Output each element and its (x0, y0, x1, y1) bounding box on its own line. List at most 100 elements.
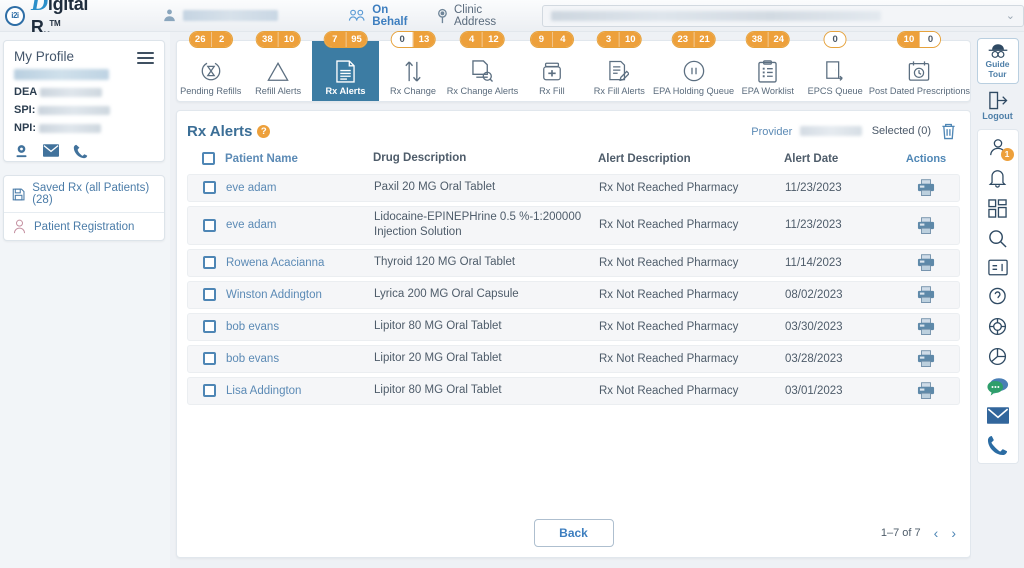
tab-epa-holding-queue[interactable]: 23 21 EPA Holding Queue (653, 31, 734, 101)
pie-chart-icon[interactable] (988, 347, 1007, 366)
print-icon[interactable] (917, 179, 935, 197)
provider-filter[interactable]: Provider (751, 122, 862, 140)
select-all-checkbox[interactable] (201, 152, 215, 166)
lifebuoy-icon[interactable] (988, 317, 1007, 336)
table-row[interactable]: Lisa Addington Lipitor 80 MG Oral Tablet… (187, 376, 960, 405)
person-icon (14, 219, 25, 234)
table-row[interactable]: eve adam Lidocaine-EPINEPHrine 0.5 %-1:2… (187, 205, 960, 245)
trash-icon[interactable] (941, 123, 956, 140)
previous-page-button[interactable]: ‹ (934, 525, 939, 541)
tab-post-dated-prescriptions[interactable]: 10 0 Post Dated Prescriptions (869, 31, 970, 101)
table-row[interactable]: Rowena Acacianna Thyroid 120 MG Oral Tab… (187, 248, 960, 277)
on-behalf-button[interactable]: On Behalf (348, 4, 426, 28)
cell-actions (897, 318, 955, 336)
profile-header-row: My Profile (14, 49, 154, 64)
logout-button[interactable]: Logout (982, 91, 1013, 121)
tab-badge-white: 0 (391, 32, 413, 47)
right-icon-rail: Guide Tour Logout 1 (971, 32, 1024, 568)
cell-patient-name[interactable]: eve adam (226, 182, 374, 194)
tab-rx-alerts[interactable]: 7 95 Rx Alerts (311, 31, 380, 101)
row-checkbox[interactable] (202, 288, 216, 302)
bell-icon[interactable] (988, 168, 1007, 188)
row-checkbox[interactable] (202, 352, 216, 366)
profile-contact-icons (14, 144, 154, 159)
clinic-address-select[interactable]: ⌄ (542, 4, 1024, 27)
pause-circle-icon (683, 59, 705, 83)
table-row[interactable]: bob evans Lipitor 80 MG Oral Tablet Rx N… (187, 312, 960, 341)
tab-badge-group: 7 95 (323, 31, 368, 48)
print-icon[interactable] (917, 286, 935, 304)
print-icon[interactable] (917, 318, 935, 336)
sidebar-item-saved-rx[interactable]: Saved Rx (all Patients) (28) (4, 176, 164, 212)
cell-actions (897, 286, 955, 304)
guide-tour-button[interactable]: Guide Tour (976, 38, 1019, 84)
row-select-cell (192, 181, 226, 195)
tab-rx-change[interactable]: 0 13 Rx Change (379, 31, 446, 101)
row-select-cell (192, 352, 226, 366)
card-list-icon[interactable] (987, 259, 1008, 276)
cell-patient-name[interactable]: Winston Addington (226, 289, 374, 301)
tab-rx-fill-alerts[interactable]: 3 10 Rx Fill Alerts (586, 31, 653, 101)
cell-drug-description: Paxil 20 MG Oral Tablet (374, 180, 496, 193)
detective-hat-icon (988, 44, 1007, 58)
tab-rx-change-alerts[interactable]: 4 12 Rx Change Alerts (447, 31, 518, 101)
cell-patient-name[interactable]: Rowena Acacianna (226, 257, 374, 269)
tab-label: Rx Fill (539, 86, 565, 96)
row-checkbox[interactable] (202, 218, 216, 232)
phone-icon[interactable] (73, 144, 88, 159)
cell-patient-name[interactable]: eve adam (226, 219, 374, 231)
sidebar-menu-button[interactable] (137, 49, 154, 64)
row-checkbox[interactable] (202, 320, 216, 334)
row-checkbox[interactable] (202, 384, 216, 398)
next-page-button[interactable]: › (951, 525, 956, 541)
back-button[interactable]: Back (533, 519, 614, 547)
table-row[interactable]: eve adam Paxil 20 MG Oral Tablet Rx Not … (187, 173, 960, 202)
table-row[interactable]: Winston Addington Lyrica 200 MG Oral Cap… (187, 280, 960, 309)
tab-refill-alerts[interactable]: 38 10 Refill Alerts (244, 31, 311, 101)
cell-drug-description: Lipitor 80 MG Oral Tablet (374, 383, 502, 396)
sidebar-item-patient-registration[interactable]: Patient Registration (4, 212, 164, 240)
cell-patient-name[interactable]: bob evans (226, 321, 374, 333)
help-icon[interactable]: ? (257, 124, 271, 138)
envelope-icon[interactable] (43, 144, 59, 157)
cell-drug-description: Thyroid 120 MG Oral Tablet (374, 255, 516, 268)
chat-bubble-icon[interactable] (986, 377, 1009, 396)
rail-icon-stack: 1 (976, 128, 1019, 464)
cell-drug-description: Lipitor 20 MG Oral Tablet (374, 351, 502, 364)
print-icon[interactable] (917, 350, 935, 368)
person-icon[interactable]: 1 (988, 137, 1014, 161)
people-group-icon (349, 9, 365, 21)
tab-rx-fill[interactable]: 94 Rx Fill (518, 31, 585, 101)
help-bubble-icon[interactable] (988, 287, 1007, 306)
dashboard-grid-icon[interactable] (988, 198, 1007, 218)
location-pin-icon[interactable] (14, 144, 29, 159)
phone-icon[interactable] (987, 435, 1008, 456)
clinic-address-group[interactable]: Clinic Address (436, 4, 526, 28)
on-behalf-label: On Behalf (372, 3, 408, 28)
tab-badge-orange: 2 (210, 32, 232, 47)
tab-pending-refills[interactable]: 26 2 Pending Refills (177, 31, 244, 101)
tab-label: Pending Refills (180, 86, 242, 96)
cell-actions (897, 382, 955, 400)
row-checkbox[interactable] (202, 181, 216, 195)
print-icon[interactable] (917, 254, 935, 272)
tab-badge-orange: 24 (767, 32, 790, 47)
table-header-row: Patient Name Drug Description Alert Desc… (187, 146, 960, 174)
row-checkbox[interactable] (202, 256, 216, 270)
module-tab-strip: 26 2 Pending Refills 38 10 Refill Alerts 7… (176, 31, 971, 102)
cell-alert-date: 03/01/2023 (785, 384, 843, 397)
search-icon[interactable] (988, 229, 1007, 248)
header-user[interactable] (161, 7, 279, 24)
chevron-down-icon: ⌄ (1005, 10, 1015, 22)
header-user-name-redacted (183, 10, 279, 21)
tab-epcs-queue[interactable]: 0 EPCS Queue (802, 31, 869, 101)
print-icon[interactable] (917, 216, 935, 234)
print-icon[interactable] (917, 382, 935, 400)
cell-patient-name[interactable]: Lisa Addington (226, 385, 374, 397)
mail-icon[interactable] (986, 406, 1009, 424)
cell-patient-name[interactable]: bob evans (226, 353, 374, 365)
table-row[interactable]: bob evans Lipitor 20 MG Oral Tablet Rx N… (187, 344, 960, 373)
tab-epa-worklist[interactable]: 38 24 EPA Worklist (734, 31, 801, 101)
door-exit-icon (825, 59, 845, 83)
i2i-logo-icon: i2i (5, 5, 25, 26)
